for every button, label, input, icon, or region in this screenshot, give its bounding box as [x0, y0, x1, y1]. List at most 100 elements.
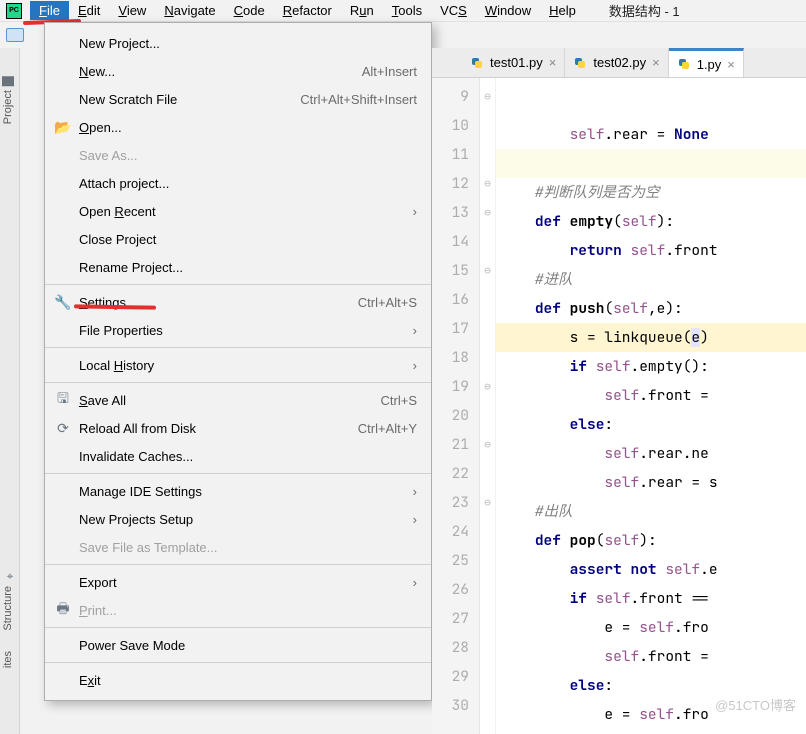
menu-separator	[45, 347, 431, 348]
code-line[interactable]: return self.front	[496, 236, 806, 265]
menu-view[interactable]: View	[109, 1, 155, 20]
fold-marker[interactable]: ⊖	[480, 430, 495, 459]
code-line[interactable]: self.rear = s	[496, 468, 806, 497]
menu-item-save-all[interactable]: 🖫Save AllCtrl+S	[45, 386, 431, 414]
menu-window[interactable]: Window	[476, 1, 540, 20]
menu-item-new-projects-setup[interactable]: New Projects Setup›	[45, 505, 431, 533]
menu-refactor[interactable]: Refactor	[274, 1, 341, 20]
menu-vcs[interactable]: VCS	[431, 1, 476, 20]
favorites-tool-button[interactable]: ites	[0, 643, 16, 676]
menu-item-label: New...	[79, 64, 115, 79]
code-line[interactable]: #出队	[496, 497, 806, 526]
submenu-arrow-icon: ›	[413, 575, 417, 590]
pycharm-logo-icon: PC	[6, 3, 22, 19]
menu-code[interactable]: Code	[225, 1, 274, 20]
menu-help[interactable]: Help	[540, 1, 585, 20]
menu-run[interactable]: Run	[341, 1, 383, 20]
editor-tab-test02-py[interactable]: test02.py×	[565, 48, 668, 77]
line-number: 9	[432, 82, 479, 111]
close-tab-icon[interactable]: ×	[652, 55, 660, 70]
code-line[interactable]: def empty(self):	[496, 207, 806, 236]
menu-item-new-project[interactable]: New Project...	[45, 29, 431, 57]
code-line[interactable]: else:	[496, 410, 806, 439]
code-line[interactable]: s = linkqueue(e)	[496, 323, 806, 352]
code-content[interactable]: self.rear = None #判断队列是否为空 def empty(sel…	[496, 78, 806, 734]
shortcut-label: Alt+Insert	[362, 64, 417, 79]
line-number: 28	[432, 633, 479, 662]
menu-item-close-project[interactable]: Close Project	[45, 225, 431, 253]
fold-marker	[480, 111, 495, 140]
code-line[interactable]: if self.front ==	[496, 584, 806, 613]
menu-item-attach-project[interactable]: Attach project...	[45, 169, 431, 197]
editor-area: test01.py×test02.py×1.py× 91011121314151…	[432, 48, 806, 734]
print-icon: 🖶	[55, 602, 71, 618]
editor-tab-test01-py[interactable]: test01.py ×	[462, 48, 565, 77]
save-icon: 🖫	[55, 392, 71, 408]
structure-tool-button[interactable]: Structure ⌖	[0, 562, 16, 639]
menu-item-export[interactable]: Export›	[45, 568, 431, 596]
menu-item-rename-project[interactable]: Rename Project...	[45, 253, 431, 281]
code-line[interactable]: #判断队列是否为空	[496, 178, 806, 207]
menu-separator	[45, 382, 431, 383]
code-line[interactable]: self.front =	[496, 729, 806, 734]
line-number: 24	[432, 517, 479, 546]
menu-item-label: New Projects Setup	[79, 512, 193, 527]
code-line[interactable]: assert not self.e	[496, 555, 806, 584]
menu-item-label: Save As...	[79, 148, 138, 163]
editor-tab-1-py[interactable]: 1.py×	[669, 48, 744, 77]
code-line[interactable]: self.rear.ne	[496, 439, 806, 468]
code-line[interactable]: self.front =	[496, 381, 806, 410]
line-number: 16	[432, 285, 479, 314]
python-file-icon	[470, 56, 484, 70]
menu-item-file-properties[interactable]: File Properties›	[45, 316, 431, 344]
menu-item-new[interactable]: New... Alt+Insert	[45, 57, 431, 85]
fold-marker[interactable]: ⊖	[480, 256, 495, 285]
fold-marker	[480, 546, 495, 575]
code-line[interactable]: def pop(self):	[496, 526, 806, 555]
menu-item-power-save-mode[interactable]: Power Save Mode	[45, 631, 431, 659]
fold-marker[interactable]: ⊖	[480, 82, 495, 111]
submenu-arrow-icon: ›	[413, 484, 417, 499]
folder-icon: 📂	[55, 119, 71, 135]
python-file-icon	[573, 56, 587, 70]
menu-item-open-recent[interactable]: Open Recent›	[45, 197, 431, 225]
tab-label: test01.py	[490, 55, 543, 70]
fold-marker	[480, 459, 495, 488]
toolbar-window-icon[interactable]	[6, 28, 24, 42]
menu-item-reload-all-from-disk[interactable]: ⟳Reload All from DiskCtrl+Alt+Y	[45, 414, 431, 442]
close-tab-icon[interactable]: ×	[727, 57, 735, 72]
fold-marker[interactable]: ⊖	[480, 198, 495, 227]
menu-item-label: Open Recent	[79, 204, 156, 219]
menu-item-label: Reload All from Disk	[79, 421, 196, 436]
project-tool-button[interactable]: Project	[0, 68, 16, 132]
fold-marker	[480, 517, 495, 546]
fold-marker[interactable]: ⊖	[480, 372, 495, 401]
menu-tools[interactable]: Tools	[383, 1, 431, 20]
menu-item-manage-ide-settings[interactable]: Manage IDE Settings›	[45, 477, 431, 505]
code-line[interactable]: if self.empty():	[496, 352, 806, 381]
menu-item-open[interactable]: 📂Open...	[45, 113, 431, 141]
fold-marker[interactable]: ⊖	[480, 169, 495, 198]
menu-item-new-scratch-file[interactable]: New Scratch FileCtrl+Alt+Shift+Insert	[45, 85, 431, 113]
code-line[interactable]: #进队	[496, 265, 806, 294]
menu-item-invalidate-caches[interactable]: Invalidate Caches...	[45, 442, 431, 470]
line-number: 12	[432, 169, 479, 198]
line-number: 14	[432, 227, 479, 256]
code-line[interactable]: self.front =	[496, 642, 806, 671]
menu-item-local-history[interactable]: Local History›	[45, 351, 431, 379]
code-line[interactable]	[496, 149, 806, 178]
code-line[interactable]: e = self.fro	[496, 613, 806, 642]
watermark: @51CTO博客	[715, 695, 796, 714]
menu-file[interactable]: File	[30, 1, 69, 20]
menu-navigate[interactable]: Navigate	[155, 1, 224, 20]
fold-marker[interactable]: ⊖	[480, 488, 495, 517]
code-editor[interactable]: 9101112131415161718192021222324252627282…	[432, 78, 806, 734]
code-line[interactable]: def push(self,e):	[496, 294, 806, 323]
folder-icon	[2, 76, 14, 86]
code-line[interactable]: self.rear = None	[496, 120, 806, 149]
menu-item-exit[interactable]: Exit	[45, 666, 431, 694]
menu-item-label: Print...	[79, 603, 117, 618]
menu-edit[interactable]: Edit	[69, 1, 109, 20]
close-tab-icon[interactable]: ×	[549, 55, 557, 70]
menu-item-settings[interactable]: 🔧Settings...Ctrl+Alt+S	[45, 288, 431, 316]
